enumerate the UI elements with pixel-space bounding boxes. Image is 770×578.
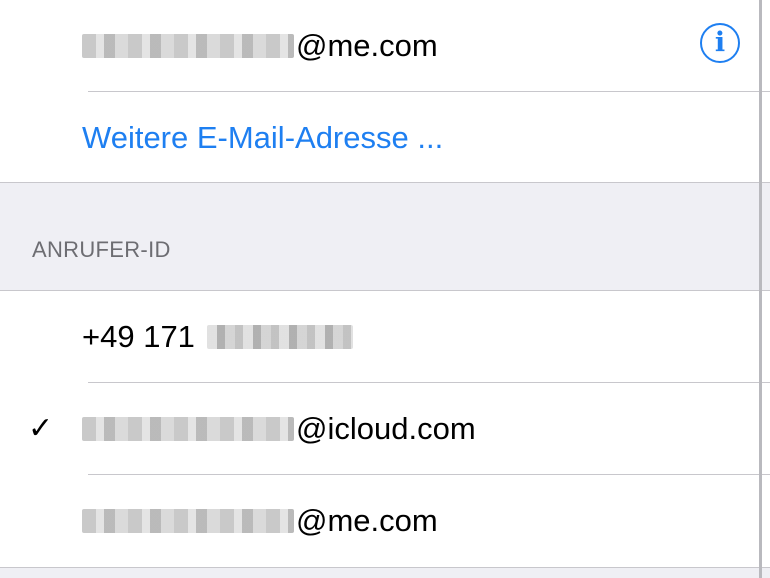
redacted-email-user — [82, 417, 294, 441]
email-domain: @icloud.com — [296, 411, 476, 446]
icloud-address: @icloud.com — [82, 409, 476, 449]
email-domain: @me.com — [296, 503, 438, 538]
email-row-me[interactable]: @me.com i — [0, 0, 770, 92]
add-email-row[interactable]: Weitere E-Mail-Adresse ... — [0, 92, 770, 184]
caller-id-row-phone[interactable]: +49 171 — [0, 291, 770, 383]
redacted-phone-digits — [206, 325, 353, 349]
caller-id-group: +49 171 ✓ @icloud.com @me.com — [0, 290, 770, 568]
add-email-link[interactable]: Weitere E-Mail-Adresse ... — [82, 118, 443, 158]
redacted-email-user — [82, 509, 294, 533]
email-domain: @me.com — [296, 28, 438, 63]
settings-screen: @me.com i Weitere E-Mail-Adresse ... ANR… — [0, 0, 770, 578]
caller-id-header: ANRUFER-ID — [32, 237, 171, 262]
scroll-edge — [759, 0, 762, 578]
phone-number: +49 171 — [82, 317, 355, 357]
checkmark-icon: ✓ — [28, 412, 54, 445]
redacted-email-user — [82, 34, 294, 58]
me-address: @me.com — [82, 501, 438, 541]
email-group: @me.com i Weitere E-Mail-Adresse ... — [0, 0, 770, 183]
phone-prefix: +49 171 — [82, 319, 195, 354]
email-address: @me.com — [82, 26, 438, 66]
caller-id-row-icloud[interactable]: ✓ @icloud.com — [0, 383, 770, 475]
caller-id-row-me[interactable]: @me.com — [0, 475, 770, 567]
info-icon[interactable]: i — [700, 23, 740, 63]
